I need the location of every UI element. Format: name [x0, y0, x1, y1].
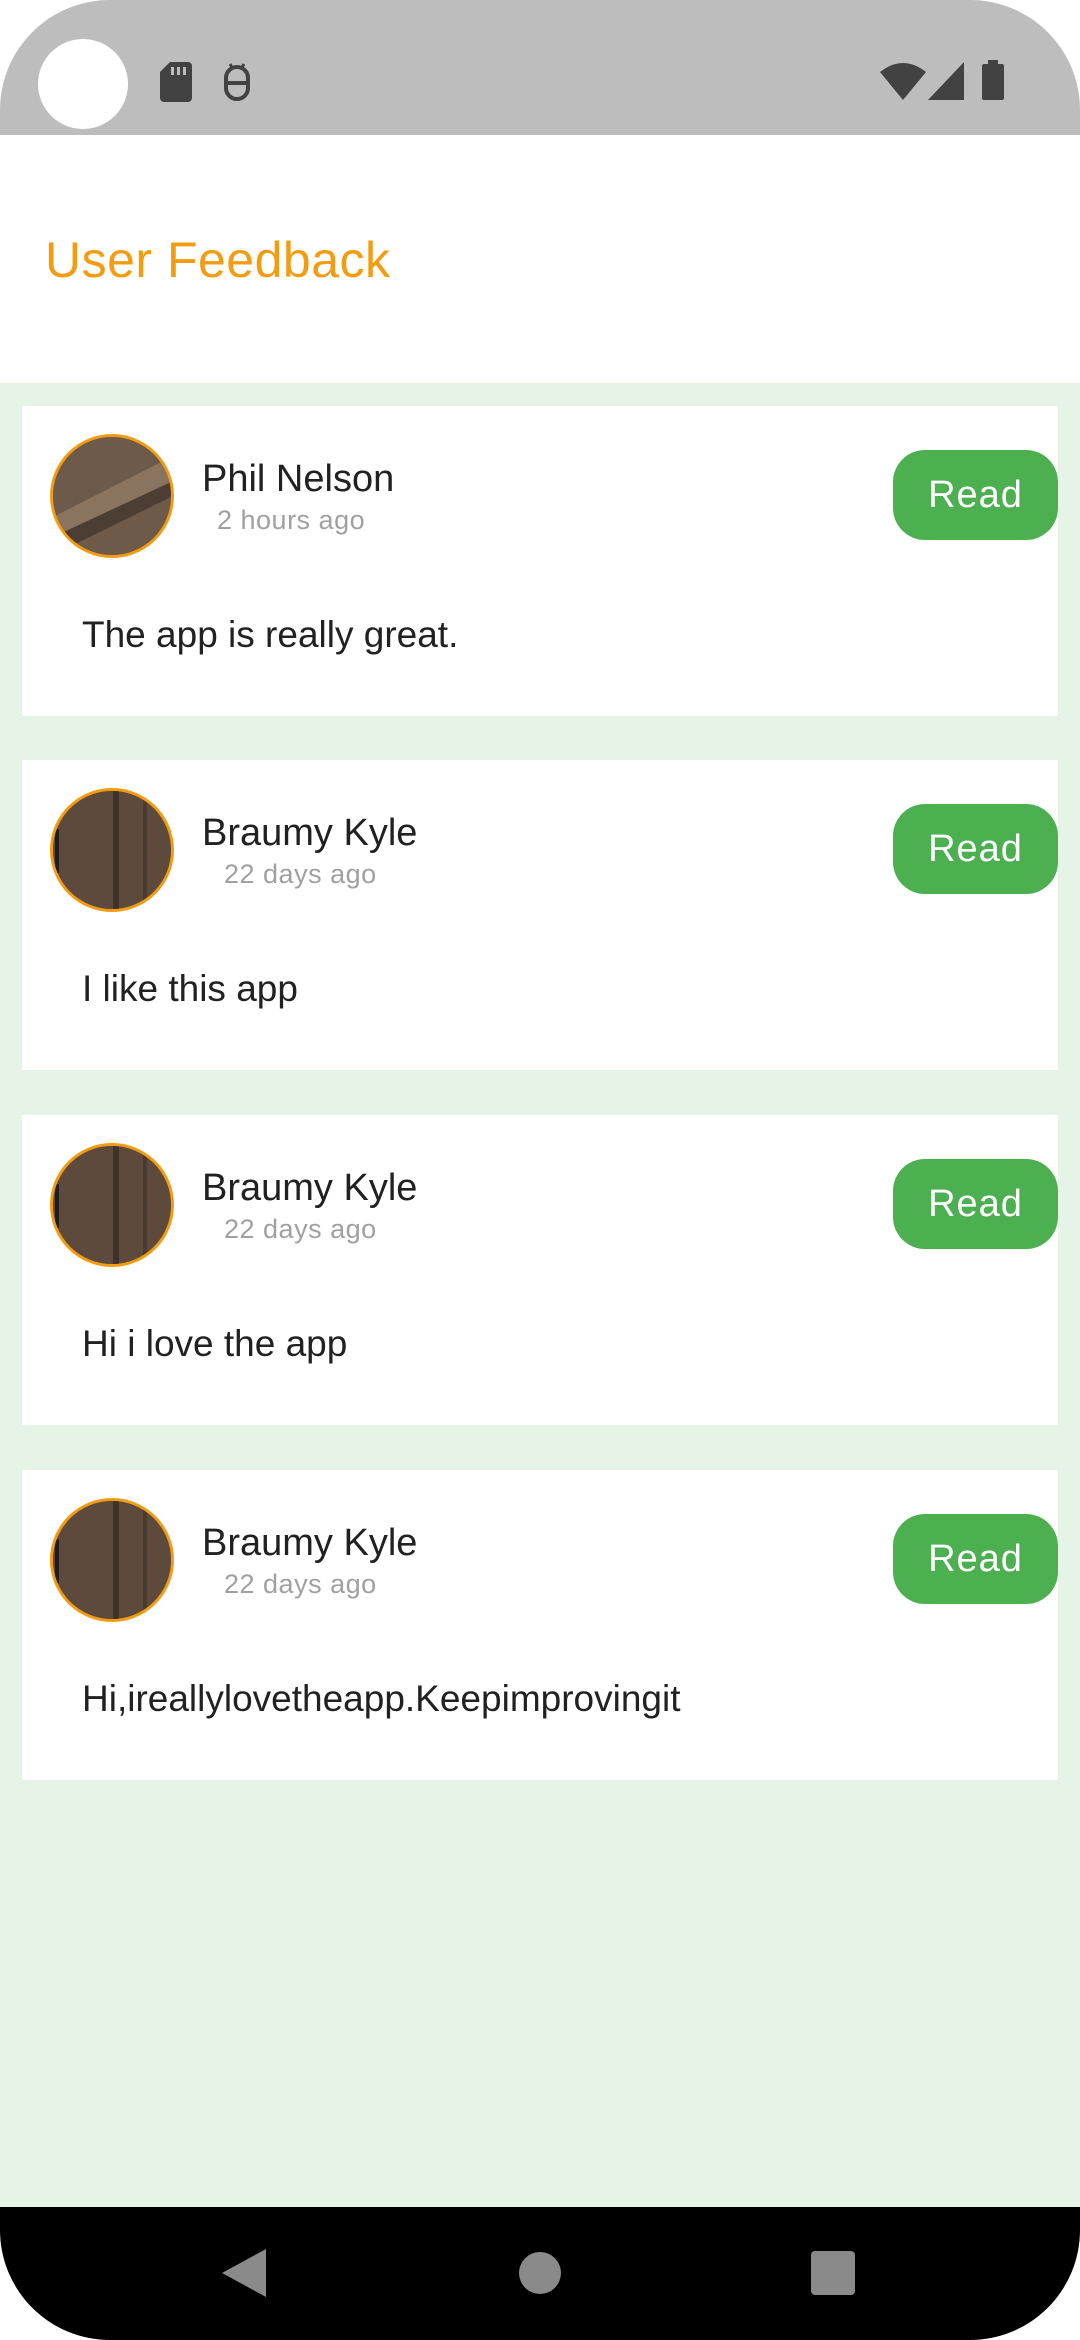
timestamp: 22 days ago — [224, 859, 377, 889]
home-icon[interactable] — [518, 2251, 562, 2295]
android-debug-icon — [224, 63, 250, 101]
camera-cutout — [38, 39, 128, 129]
read-button[interactable]: Read — [893, 450, 1058, 540]
feedback-message: The app is really great. — [82, 614, 459, 655]
status-bar — [0, 0, 1080, 135]
navigation-bar — [0, 2207, 1080, 2340]
timestamp: 22 days ago — [224, 1569, 377, 1599]
read-button[interactable]: Read — [893, 804, 1058, 894]
read-button[interactable]: Read — [893, 1159, 1058, 1249]
read-button[interactable]: Read — [893, 1514, 1058, 1604]
sd-card-icon — [160, 62, 192, 102]
user-name: Braumy Kyle — [202, 1167, 418, 1209]
feedback-list[interactable]: Phil Nelson 2 hours ago Read The app is … — [0, 383, 1080, 2207]
feedback-card: Braumy Kyle 22 days ago Read Hi i love t… — [22, 1115, 1058, 1425]
back-icon[interactable] — [222, 2249, 266, 2297]
timestamp: 2 hours ago — [217, 505, 366, 535]
wifi-icon — [880, 63, 926, 100]
page-title: User Feedback — [45, 232, 391, 288]
avatar — [50, 1498, 174, 1622]
signal-icon — [928, 62, 964, 100]
user-name: Braumy Kyle — [202, 812, 418, 854]
feedback-message: Hi,ireallylovetheapp.Keepimprovingit — [82, 1678, 681, 1719]
feedback-card: Braumy Kyle 22 days ago Read Hi,ireallyl… — [22, 1470, 1058, 1780]
feedback-message: I like this app — [82, 968, 298, 1009]
user-name: Phil Nelson — [202, 458, 395, 500]
feedback-message: Hi i love the app — [82, 1323, 348, 1364]
feedback-card: Phil Nelson 2 hours ago Read The app is … — [22, 406, 1058, 716]
recents-icon[interactable] — [811, 2251, 855, 2295]
app-header: User Feedback — [0, 135, 1080, 383]
user-name: Braumy Kyle — [202, 1522, 418, 1564]
avatar — [50, 788, 174, 912]
avatar — [50, 1143, 174, 1267]
timestamp: 22 days ago — [224, 1214, 377, 1244]
battery-icon — [982, 60, 1004, 100]
avatar — [50, 434, 174, 558]
feedback-card: Braumy Kyle 22 days ago Read I like this… — [22, 760, 1058, 1070]
